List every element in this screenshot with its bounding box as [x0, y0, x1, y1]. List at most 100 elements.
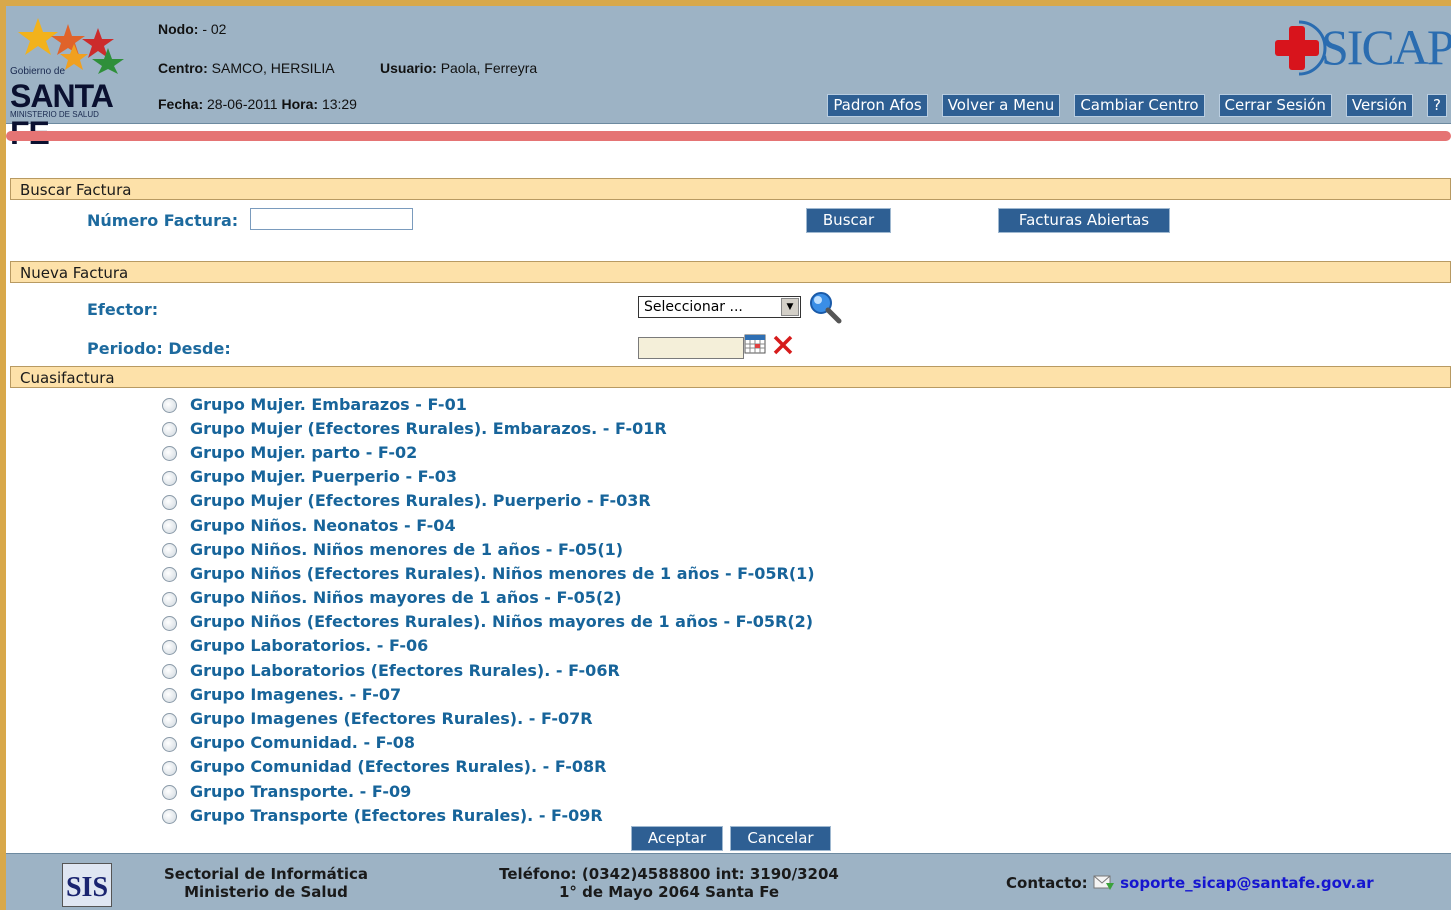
- cuasifactura-option-label[interactable]: Grupo Niños. Niños mayores de 1 años - F…: [190, 588, 622, 607]
- radio-button[interactable]: [162, 567, 177, 583]
- cuasifactura-option-label[interactable]: Grupo Mujer. Puerperio - F-03: [190, 467, 457, 486]
- footer: SIS Sectorial de Informática Ministerio …: [6, 853, 1451, 910]
- cuasifactura-options: Grupo Mujer. Embarazos - F-01 Grupo Mujer…: [162, 392, 815, 827]
- aceptar-button[interactable]: Aceptar: [631, 826, 723, 851]
- sicap-logo: SICAP: [1269, 16, 1451, 80]
- cuasifactura-option-label[interactable]: Grupo Mujer. Embarazos - F-01: [190, 395, 467, 414]
- org-line-1: Sectorial de Informática: [163, 865, 369, 883]
- search-icon[interactable]: [808, 290, 842, 324]
- radio-button[interactable]: [162, 422, 177, 438]
- org-info: Sectorial de Informática Ministerio de S…: [146, 865, 386, 901]
- cuasifactura-option-label[interactable]: Grupo Comunidad. - F-08: [190, 733, 415, 752]
- cuasifactura-option[interactable]: Grupo Comunidad (Efectores Rurales). - F…: [162, 755, 815, 779]
- cuasifactura-option[interactable]: Grupo Laboratorios. - F-06: [162, 634, 815, 658]
- sis-logo: SIS: [62, 863, 112, 907]
- cuasifactura-option[interactable]: Grupo Niños. Niños mayores de 1 años - F…: [162, 586, 815, 610]
- radio-button[interactable]: [162, 543, 177, 559]
- buscar-factura-header: Buscar Factura: [10, 178, 1451, 200]
- periodo-desde-input[interactable]: [638, 337, 744, 359]
- efector-select[interactable]: Seleccionar ... ▼: [638, 296, 801, 318]
- cuasifactura-option-label[interactable]: Grupo Comunidad (Efectores Rurales). - F…: [190, 757, 606, 776]
- radio-button[interactable]: [162, 519, 177, 535]
- cuasifactura-option[interactable]: Grupo Mujer. Embarazos - F-01: [162, 392, 815, 416]
- cuasifactura-option[interactable]: Grupo Comunidad. - F-08: [162, 731, 815, 755]
- radio-button[interactable]: [162, 664, 177, 680]
- cuasifactura-option-label[interactable]: Grupo Mujer (Efectores Rurales). Embaraz…: [190, 419, 667, 438]
- cuasifactura-option[interactable]: Grupo Mujer (Efectores Rurales). Embaraz…: [162, 416, 815, 440]
- usuario-value: Paola, Ferreyra: [440, 60, 538, 76]
- cancelar-button[interactable]: Cancelar: [730, 826, 831, 851]
- cuasifactura-option[interactable]: Grupo Mujer. Puerperio - F-03: [162, 465, 815, 489]
- cuasifactura-header: Cuasifactura: [10, 366, 1451, 388]
- radio-button[interactable]: [162, 615, 177, 631]
- radio-button[interactable]: [162, 639, 177, 655]
- facturas-abiertas-button[interactable]: Facturas Abiertas: [998, 208, 1170, 233]
- radio-button[interactable]: [162, 809, 177, 825]
- usuario-label: Usuario:: [380, 60, 437, 76]
- radio-button[interactable]: [162, 760, 177, 776]
- sicap-brand-text: SICAP: [1321, 19, 1451, 75]
- numero-factura-label: Número Factura:: [87, 211, 239, 230]
- padron-afos-button[interactable]: Padron Afos: [827, 94, 928, 117]
- sis-logo-text: SIS: [66, 872, 108, 903]
- numero-factura-input[interactable]: [250, 208, 413, 230]
- radio-button[interactable]: [162, 398, 177, 414]
- cuasifactura-option[interactable]: Grupo Niños. Niños menores de 1 años - F…: [162, 537, 815, 561]
- centro-info: Centro: SAMCO, HERSILIA: [158, 60, 335, 76]
- buscar-button[interactable]: Buscar: [806, 208, 891, 233]
- cuasifactura-option[interactable]: Grupo Laboratorios (Efectores Rurales). …: [162, 658, 815, 682]
- calendar-icon[interactable]: [744, 333, 766, 355]
- radio-button[interactable]: [162, 712, 177, 728]
- radio-button[interactable]: [162, 470, 177, 486]
- cuasifactura-option[interactable]: Grupo Niños. Neonatos - F-04: [162, 513, 815, 537]
- radio-button[interactable]: [162, 591, 177, 607]
- phone-info: Teléfono: (0342)4588800 int: 3190/3204 1…: [484, 865, 854, 901]
- cuasifactura-option-label[interactable]: Grupo Niños (Efectores Rurales). Niños m…: [190, 564, 815, 583]
- nodo-info: Nodo: - 02: [158, 21, 226, 37]
- cuasifactura-option-label[interactable]: Grupo Mujer. parto - F-02: [190, 443, 417, 462]
- cuasifactura-option-label[interactable]: Grupo Laboratorios. - F-06: [190, 636, 428, 655]
- cuasifactura-option[interactable]: Grupo Imagenes. - F-07: [162, 682, 815, 706]
- radio-button[interactable]: [162, 736, 177, 752]
- centro-value: SAMCO, HERSILIA: [211, 60, 335, 76]
- logo-gobierno-text: Gobierno de: [10, 66, 66, 77]
- chevron-down-icon[interactable]: ▼: [781, 298, 799, 316]
- version-button[interactable]: Versión: [1345, 94, 1414, 117]
- org-line-2: Ministerio de Salud: [184, 883, 348, 901]
- contact-email-link[interactable]: soporte_sicap@santafe.gov.ar: [1120, 874, 1374, 892]
- cuasifactura-option[interactable]: Grupo Niños (Efectores Rurales). Niños m…: [162, 561, 815, 585]
- radio-button[interactable]: [162, 688, 177, 704]
- radio-button[interactable]: [162, 785, 177, 801]
- cuasifactura-option-label[interactable]: Grupo Imagenes (Efectores Rurales). - F-…: [190, 709, 593, 728]
- cuasifactura-option-label[interactable]: Grupo Niños. Niños menores de 1 años - F…: [190, 540, 623, 559]
- cuasifactura-option[interactable]: Grupo Mujer. parto - F-02: [162, 440, 815, 464]
- usuario-info: Usuario: Paola, Ferreyra: [380, 60, 537, 76]
- stars-icon: [18, 18, 124, 74]
- radio-button[interactable]: [162, 494, 177, 510]
- cuasifactura-option-label[interactable]: Grupo Transporte. - F-09: [190, 782, 411, 801]
- santa-fe-logo: Gobierno de SANTA FE MINISTERIO DE SALUD: [8, 14, 158, 151]
- radio-button[interactable]: [162, 446, 177, 462]
- cambiar-centro-button[interactable]: Cambiar Centro: [1074, 94, 1205, 117]
- contact-label: Contacto:: [1006, 874, 1088, 892]
- cuasifactura-option[interactable]: Grupo Mujer (Efectores Rurales). Puerper…: [162, 489, 815, 513]
- cuasifactura-option-label[interactable]: Grupo Imagenes. - F-07: [190, 685, 401, 704]
- fecha-info: Fecha: 28-06-2011 Hora: 13:29: [158, 96, 357, 112]
- help-button[interactable]: ?: [1427, 94, 1447, 117]
- cuasifactura-option[interactable]: Grupo Niños (Efectores Rurales). Niños m…: [162, 610, 815, 634]
- cuasifactura-option-label[interactable]: Grupo Laboratorios (Efectores Rurales). …: [190, 661, 620, 680]
- efector-selected-value: Seleccionar ...: [644, 299, 743, 315]
- cuasifactura-option-label[interactable]: Grupo Niños (Efectores Rurales). Niños m…: [190, 612, 813, 631]
- cuasifactura-option-label[interactable]: Grupo Mujer (Efectores Rurales). Puerper…: [190, 491, 651, 510]
- cuasifactura-option[interactable]: Grupo Transporte. - F-09: [162, 779, 815, 803]
- cuasifactura-option[interactable]: Grupo Transporte (Efectores Rurales). - …: [162, 803, 815, 827]
- clear-date-icon[interactable]: [772, 334, 794, 356]
- hora-label: Hora:: [281, 96, 319, 112]
- volver-menu-button[interactable]: Volver a Menu: [941, 94, 1061, 117]
- cuasifactura-option-label[interactable]: Grupo Transporte (Efectores Rurales). - …: [190, 806, 603, 825]
- sis-logo-graphic: SIS: [63, 864, 111, 906]
- cerrar-sesion-button[interactable]: Cerrar Sesión: [1218, 94, 1332, 117]
- cuasifactura-option[interactable]: Grupo Imagenes (Efectores Rurales). - F-…: [162, 706, 815, 730]
- nueva-factura-header: Nueva Factura: [10, 261, 1451, 283]
- cuasifactura-option-label[interactable]: Grupo Niños. Neonatos - F-04: [190, 516, 456, 535]
